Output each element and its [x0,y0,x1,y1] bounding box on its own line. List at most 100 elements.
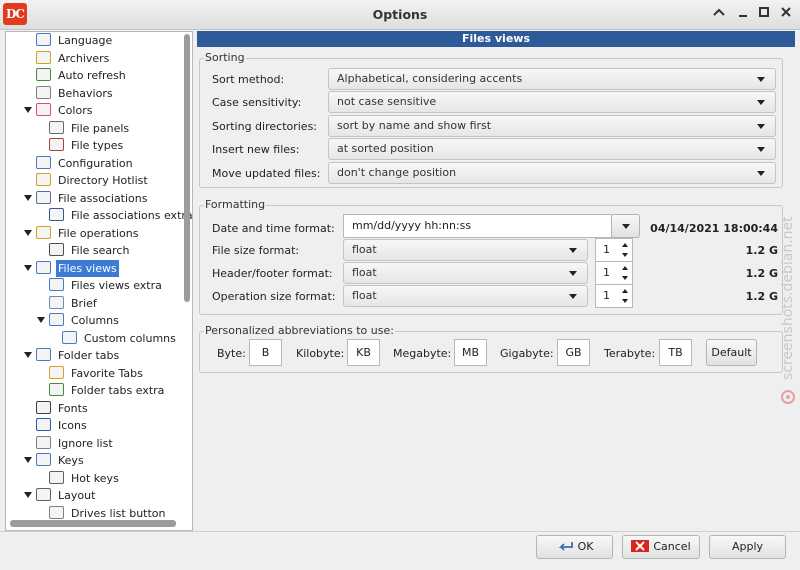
expand-arrow-icon[interactable] [24,194,32,201]
tree-item-favorite-tabs[interactable]: Favorite Tabs [49,365,145,382]
file-associations-extra-icon [49,208,64,221]
spin-up-icon[interactable] [622,266,628,271]
format-select[interactable]: float [343,239,588,261]
sorting-select[interactable]: sort by name and show first [328,114,776,137]
abbreviation-input[interactable]: KB [347,339,380,366]
options-tree[interactable]: Language Archivers Auto refresh Behaviors Co… [5,31,193,531]
tree-item-keys[interactable]: Keys [24,452,86,469]
tree-vertical-scrollbar[interactable] [183,34,191,530]
tree-item-label: File associations extra [71,209,193,222]
format-label: Header/footer format: [212,267,333,281]
tree-item-behaviors[interactable]: Behaviors [36,85,115,102]
format-select[interactable]: float [343,285,588,308]
configuration-icon [36,155,51,169]
ok-button[interactable]: OK [536,535,613,559]
expand-arrow-icon[interactable] [24,457,32,463]
spin-down-icon[interactable] [622,299,628,304]
abbreviation-input[interactable]: B [249,339,282,366]
sorting-select[interactable]: not case sensitive [328,91,776,114]
tree-item-files-views-extra[interactable]: Files views extra [49,277,164,294]
tree-item-file-operations[interactable]: File operations [24,225,140,242]
tree-item-fonts[interactable]: Fonts [36,400,90,417]
sorting-select[interactable]: Alphabetical, considering accents [328,68,776,90]
tree-item-label: Keys [58,454,84,467]
formatting-group-title: Formatting [204,198,267,211]
ok-button-label: OK [577,540,594,553]
tree-item-hot-keys[interactable]: Hot keys [49,470,121,487]
refresh-icon [36,68,51,81]
abbreviation-input[interactable]: GB [557,339,590,366]
expand-arrow-icon[interactable] [24,229,32,236]
format-precision-spinner[interactable]: 1 [595,238,633,262]
default-abbreviations-button[interactable]: Default [706,339,757,366]
format-select-value: float [352,289,377,303]
keys-icon [36,453,51,466]
format-precision-spinner[interactable]: 1 [595,284,633,309]
abbreviation-label: Byte: [217,347,246,360]
tree-item-file-panels[interactable]: File panels [49,120,131,137]
spin-up-icon[interactable] [622,243,628,247]
file-operations-icon [36,225,51,239]
datetime-format-input[interactable]: mm/dd/yyyy hh:nn:ss [343,214,612,238]
tree-item-files-views[interactable]: Files views [24,259,119,277]
folder-tabs-extra-icon [49,383,64,396]
binoculars-icon [49,243,64,256]
tree-item-file-associations-extra[interactable]: File associations extra [49,207,193,224]
tree-item-brief[interactable]: Brief [49,295,99,312]
folder-tabs-icon [36,348,51,361]
sorting-select[interactable]: at sorted position [328,138,776,161]
tree-item-custom-columns[interactable]: Custom columns [62,330,178,347]
close-icon[interactable] [778,6,794,22]
spin-down-icon[interactable] [622,253,628,257]
minimize-icon[interactable] [735,6,751,22]
tree-item-ignore-list[interactable]: Ignore list [36,435,115,452]
tree-item-label: File operations [58,226,139,240]
tree-item-layout[interactable]: Layout [24,487,97,504]
tree-item-file-search[interactable]: File search [49,242,131,259]
sorting-select[interactable]: don't change position [328,161,776,184]
expand-arrow-icon[interactable] [24,264,32,271]
file-panels-icon [49,120,64,134]
format-select[interactable]: float [343,262,588,285]
expand-arrow-icon[interactable] [24,107,32,113]
tree-item-file-types[interactable]: File types [49,137,125,154]
tree-item-label: Layout [58,489,96,502]
tree-item-configuration[interactable]: Configuration [36,155,135,172]
abbreviation-label: Gigabyte: [500,347,554,360]
tree-item-label: Icons [58,419,87,432]
tree-item-language[interactable]: Language [36,32,114,49]
tree-item-directory-hotlist[interactable]: Directory Hotlist [36,172,150,189]
spin-up-icon[interactable] [622,289,628,294]
datetime-format-dropdown-button[interactable] [611,214,640,238]
tree-item-folder-tabs[interactable]: Folder tabs [24,347,121,364]
expand-arrow-icon[interactable] [37,317,45,323]
sorting-select-value: not case sensitive [337,95,437,109]
tree-horizontal-scrollbar[interactable] [10,520,176,527]
tree-scroll-thumb[interactable] [184,34,190,302]
format-precision-spinner[interactable]: 1 [595,261,633,286]
format-sample: 1.2 G [745,290,778,304]
cancel-button[interactable]: Cancel [622,535,700,559]
apply-button[interactable]: Apply [709,535,786,559]
abbreviation-input[interactable]: MB [454,339,487,366]
expand-arrow-icon[interactable] [24,352,32,358]
tree-item-icons[interactable]: Icons [36,417,89,434]
layout-icon [36,488,51,501]
tree-item-label: Folder tabs [58,349,120,362]
tree-item-columns[interactable]: Columns [37,312,121,329]
tree-item-archivers[interactable]: Archivers [36,50,111,67]
chevron-up-icon[interactable] [711,6,727,22]
expand-arrow-icon[interactable] [24,492,32,498]
tree-item-colors[interactable]: Colors [24,102,94,119]
ok-arrow-icon [556,538,574,560]
abbreviation-input[interactable]: TB [659,339,692,366]
tree-item-label: Custom columns [84,331,176,345]
tree-item-file-associations[interactable]: File associations [24,190,149,207]
tree-item-auto-refresh[interactable]: Auto refresh [36,67,128,84]
maximize-icon[interactable] [756,6,772,22]
tree-item-folder-tabs-extra[interactable]: Folder tabs extra [49,382,166,399]
format-sample: 1.2 G [745,244,778,257]
spin-down-icon[interactable] [622,276,628,281]
hot-keys-icon [49,470,64,484]
tree-item-drives-list-button[interactable]: Drives list button [49,505,168,522]
